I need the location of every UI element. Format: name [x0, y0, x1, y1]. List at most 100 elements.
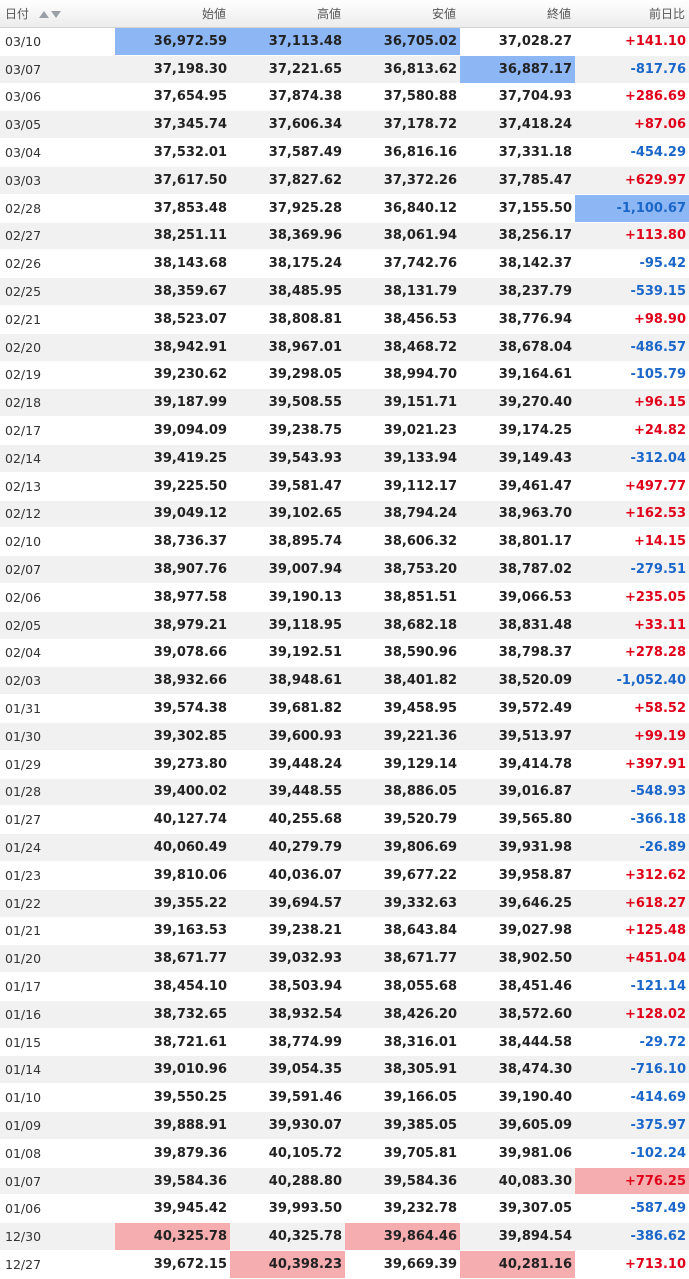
cell-date: 02/19: [0, 361, 115, 390]
cell-open: 39,672.15: [115, 1250, 230, 1279]
table-row: 02/21 38,523.07 38,808.81 38,456.53 38,776.9…: [0, 305, 689, 334]
cell-low: 38,671.77: [345, 944, 460, 974]
column-header-close[interactable]: 終値: [460, 0, 575, 28]
cell-change: -1,100.67: [575, 194, 689, 223]
cell-high: 39,600.93: [230, 722, 345, 751]
cell-date: 02/14: [0, 444, 115, 473]
cell-high: 40,325.78: [230, 1222, 345, 1252]
cell-open: 39,094.09: [115, 416, 230, 445]
cell-open: 39,049.12: [115, 500, 230, 529]
sort-asc-desc-icon[interactable]: [38, 11, 61, 18]
table-row: 01/29 39,273.80 39,448.24 39,129.14 39,414.7…: [0, 750, 689, 779]
table-row: 02/25 38,359.67 38,485.95 38,131.79 38,237.7…: [0, 277, 689, 306]
cell-close: 38,520.09: [460, 666, 575, 696]
table-row: 12/27 39,672.15 40,398.23 39,669.39 40,281.1…: [0, 1250, 689, 1279]
cell-open: 38,359.67: [115, 277, 230, 306]
cell-open: 39,225.50: [115, 472, 230, 501]
cell-low: 38,061.94: [345, 222, 460, 251]
table-row: 01/17 38,454.10 38,503.94 38,055.68 38,451.4…: [0, 972, 689, 1001]
cell-date: 02/21: [0, 305, 115, 334]
cell-date: 01/27: [0, 805, 115, 835]
cell-open: 39,879.36: [115, 1139, 230, 1168]
cell-low: 39,021.23: [345, 416, 460, 445]
cell-low: 38,426.20: [345, 1000, 460, 1029]
cell-change: +451.04: [575, 944, 689, 974]
cell-close: 39,414.78: [460, 750, 575, 779]
cell-high: 38,932.54: [230, 1000, 345, 1029]
cell-open: 38,454.10: [115, 972, 230, 1001]
cell-low: 39,677.22: [345, 861, 460, 890]
table-row: 01/15 38,721.61 38,774.99 38,316.01 38,444.5…: [0, 1028, 689, 1057]
cell-change: -817.76: [575, 55, 689, 84]
cell-date: 01/24: [0, 833, 115, 862]
cell-low: 39,332.63: [345, 889, 460, 918]
cell-close: 38,798.37: [460, 639, 575, 668]
table-row: 01/07 39,584.36 40,288.80 39,584.36 40,083.3…: [0, 1167, 689, 1196]
cell-close: 38,237.79: [460, 277, 575, 306]
cell-high: 37,221.65: [230, 55, 345, 84]
cell-high: 39,118.95: [230, 611, 345, 640]
cell-high: 37,925.28: [230, 194, 345, 223]
cell-date: 02/10: [0, 527, 115, 557]
cell-low: 39,166.05: [345, 1083, 460, 1113]
cell-change: +98.90: [575, 305, 689, 334]
table-row: 01/23 39,810.06 40,036.07 39,677.22 39,958.8…: [0, 861, 689, 890]
column-header-date[interactable]: 日付: [0, 0, 115, 28]
cell-low: 38,851.51: [345, 583, 460, 612]
cell-close: 37,704.93: [460, 83, 575, 112]
cell-open: 40,060.49: [115, 833, 230, 862]
cell-close: 40,083.30: [460, 1167, 575, 1196]
column-header-change[interactable]: 前日比: [575, 0, 689, 28]
cell-date: 01/16: [0, 1000, 115, 1029]
cell-open: 39,419.25: [115, 444, 230, 473]
table-row: 01/08 39,879.36 40,105.72 39,705.81 39,981.0…: [0, 1139, 689, 1168]
cell-close: 38,787.02: [460, 555, 575, 584]
cell-close: 36,887.17: [460, 55, 575, 84]
cell-change: -279.51: [575, 555, 689, 584]
table-row: 01/30 39,302.85 39,600.93 39,221.36 39,513.9…: [0, 722, 689, 751]
table-body: 03/10 36,972.59 37,113.48 36,705.02 37,028.2…: [0, 27, 689, 1279]
cell-close: 39,027.98: [460, 917, 575, 946]
cell-date: 01/31: [0, 694, 115, 723]
cell-high: 39,192.51: [230, 639, 345, 668]
column-header-high[interactable]: 高値: [230, 0, 345, 28]
column-header-open[interactable]: 始値: [115, 0, 230, 28]
cell-date: 02/06: [0, 583, 115, 612]
cell-close: 37,418.24: [460, 110, 575, 140]
cell-open: 39,163.53: [115, 917, 230, 946]
cell-low: 38,055.68: [345, 972, 460, 1001]
cell-high: 39,993.50: [230, 1194, 345, 1224]
cell-open: 36,972.59: [115, 27, 230, 56]
cell-change: +128.02: [575, 1000, 689, 1029]
cell-date: 01/06: [0, 1194, 115, 1224]
cell-close: 39,461.47: [460, 472, 575, 501]
price-history-table: 日付 始値 高値 安値 終値 前日比 03/10 36,972.59 37,113.…: [0, 0, 689, 1279]
cell-high: 40,105.72: [230, 1139, 345, 1168]
cell-date: 02/03: [0, 666, 115, 696]
table-row: 03/03 37,617.50 37,827.62 37,372.26 37,785.4…: [0, 166, 689, 195]
cell-close: 39,958.87: [460, 861, 575, 890]
cell-change: +618.27: [575, 889, 689, 918]
cell-close: 38,776.94: [460, 305, 575, 334]
cell-open: 39,584.36: [115, 1167, 230, 1196]
cell-high: 37,587.49: [230, 138, 345, 167]
cell-close: 39,572.49: [460, 694, 575, 723]
cell-change: -386.62: [575, 1222, 689, 1252]
cell-close: 39,149.43: [460, 444, 575, 473]
cell-change: -375.97: [575, 1111, 689, 1140]
cell-change: -29.72: [575, 1028, 689, 1057]
cell-low: 38,401.82: [345, 666, 460, 696]
table-row: 03/06 37,654.95 37,874.38 37,580.88 37,704.9…: [0, 83, 689, 112]
cell-change: -548.93: [575, 778, 689, 807]
cell-open: 37,198.30: [115, 55, 230, 84]
table-row: 01/24 40,060.49 40,279.79 39,806.69 39,931.9…: [0, 833, 689, 862]
cell-change: +497.77: [575, 472, 689, 501]
table-row: 02/03 38,932.66 38,948.61 38,401.82 38,520.0…: [0, 666, 689, 696]
column-header-low[interactable]: 安値: [345, 0, 460, 28]
cell-open: 38,736.37: [115, 527, 230, 557]
cell-high: 39,694.57: [230, 889, 345, 918]
cell-date: 01/10: [0, 1083, 115, 1113]
cell-open: 39,574.38: [115, 694, 230, 723]
cell-close: 39,931.98: [460, 833, 575, 862]
cell-open: 39,302.85: [115, 722, 230, 751]
